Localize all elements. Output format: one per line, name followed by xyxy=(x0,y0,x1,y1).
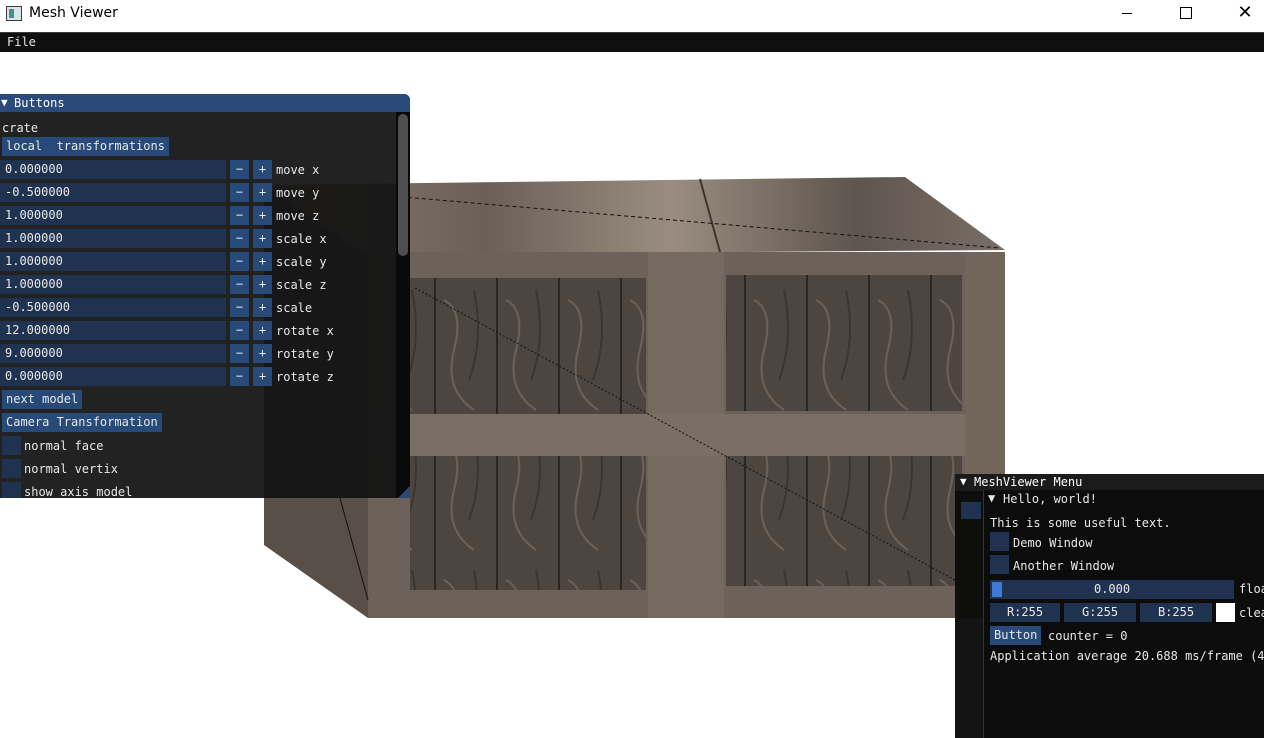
another-window-checkbox[interactable] xyxy=(990,555,1009,574)
transform-label: move x xyxy=(276,163,320,177)
fps-text: Application average 20.688 ms/frame (48 xyxy=(990,649,1264,663)
value-field[interactable]: 1.000000 xyxy=(0,275,226,294)
maximize-icon xyxy=(1180,7,1192,19)
buttons-window-titlebar[interactable]: ▼ Buttons xyxy=(0,94,410,112)
minimize-button[interactable] xyxy=(1098,0,1156,30)
scrollbar-thumb[interactable] xyxy=(398,114,408,256)
value-field[interactable]: -0.500000 xyxy=(0,183,226,202)
increment-button[interactable]: + xyxy=(253,321,272,340)
demo-window-checkbox[interactable] xyxy=(990,532,1009,551)
clear-color-swatch[interactable] xyxy=(1216,603,1235,622)
crate-panel xyxy=(410,278,646,414)
meshviewer-menu-window[interactable]: ▼ MeshViewer Menu ▼ Hello, world! This i… xyxy=(955,474,1264,738)
counter-button[interactable]: Button xyxy=(990,626,1042,645)
increment-button[interactable]: + xyxy=(253,229,272,248)
value-field[interactable]: 1.000000 xyxy=(0,252,226,271)
buttons-window-scrollbar[interactable] xyxy=(396,112,410,498)
normal-face-checkbox[interactable] xyxy=(2,436,21,455)
maximize-button[interactable] xyxy=(1157,0,1215,30)
transform-label: scale z xyxy=(276,278,327,292)
crate-panel xyxy=(726,275,962,411)
app-icon xyxy=(6,6,22,21)
value-field[interactable]: 12.000000 xyxy=(0,321,226,340)
collapse-triangle-icon[interactable]: ▼ xyxy=(988,491,995,505)
decrement-button[interactable]: − xyxy=(230,229,249,248)
buttons-window[interactable]: ▼ Buttons crate local transformations 0.… xyxy=(0,94,410,499)
value-field[interactable]: 0.000000 xyxy=(0,367,226,386)
local-transformations-button[interactable]: local transformations xyxy=(2,137,169,156)
decrement-button[interactable]: − xyxy=(230,183,249,202)
close-icon: ✕ xyxy=(1237,2,1253,23)
color-b-field[interactable]: B:255 xyxy=(1140,603,1212,622)
decrement-button[interactable]: − xyxy=(230,367,249,386)
meshviewer-menu-titlebar[interactable]: ▼ MeshViewer Menu xyxy=(955,474,1264,491)
hello-world-title: Hello, world! xyxy=(1003,492,1097,506)
minimize-icon xyxy=(1122,13,1132,14)
value-field[interactable]: -0.500000 xyxy=(0,298,226,317)
increment-button[interactable]: + xyxy=(253,252,272,271)
transform-label: rotate y xyxy=(276,347,334,361)
transform-label: rotate z xyxy=(276,370,334,384)
menu-file[interactable]: File xyxy=(7,35,36,49)
slider-label: floa xyxy=(1239,582,1264,596)
another-window-label: Another Window xyxy=(1013,559,1115,573)
decrement-button[interactable]: − xyxy=(230,252,249,271)
demo-window-label: Demo Window xyxy=(1013,536,1093,550)
clear-color-label: clea xyxy=(1239,606,1264,620)
crate-panel xyxy=(726,452,962,586)
increment-button[interactable]: + xyxy=(253,206,272,225)
normal-face-label: normal face xyxy=(24,439,104,453)
increment-button[interactable]: + xyxy=(253,275,272,294)
transform-label: rotate x xyxy=(276,324,334,338)
increment-button[interactable]: + xyxy=(253,183,272,202)
transform-label: move y xyxy=(276,186,320,200)
hidden-widget xyxy=(961,502,981,519)
transform-label: scale xyxy=(276,301,313,315)
window-title: Mesh Viewer xyxy=(29,5,118,21)
normal-vertix-label: normal vertix xyxy=(24,462,118,476)
menu-bar: File xyxy=(0,32,1264,52)
decrement-button[interactable]: − xyxy=(230,275,249,294)
value-field[interactable]: 0.000000 xyxy=(0,160,226,179)
hello-world-window[interactable]: ▼ Hello, world! This is some useful text… xyxy=(983,490,1264,738)
useful-text: This is some useful text. xyxy=(990,516,1171,530)
increment-button[interactable]: + xyxy=(253,344,272,363)
collapse-triangle-icon[interactable]: ▼ xyxy=(960,475,967,488)
next-model-button[interactable]: next model xyxy=(2,390,83,409)
value-field[interactable]: 1.000000 xyxy=(0,229,226,248)
increment-button[interactable]: + xyxy=(253,367,272,386)
transform-label: scale y xyxy=(276,255,327,269)
counter-text: counter = 0 xyxy=(1048,629,1128,643)
value-field[interactable]: 9.000000 xyxy=(0,344,226,363)
camera-transformation-button[interactable]: Camera Transformation xyxy=(2,413,162,432)
decrement-button[interactable]: − xyxy=(230,344,249,363)
show-axis-model-checkbox[interactable] xyxy=(2,482,21,498)
color-r-field[interactable]: R:255 xyxy=(990,603,1060,622)
decrement-button[interactable]: − xyxy=(230,160,249,179)
close-button[interactable]: ✕ xyxy=(1216,0,1264,30)
collapse-triangle-icon[interactable]: ▼ xyxy=(1,96,8,109)
show-axis-model-label: show axis model xyxy=(24,485,133,499)
decrement-button[interactable]: − xyxy=(230,206,249,225)
decrement-button[interactable]: − xyxy=(230,321,249,340)
increment-button[interactable]: + xyxy=(253,160,272,179)
float-slider[interactable]: 0.000 xyxy=(990,580,1234,599)
resize-grip-icon[interactable] xyxy=(398,486,410,498)
color-g-field[interactable]: G:255 xyxy=(1064,603,1136,622)
title-bar: Mesh Viewer ✕ xyxy=(0,0,1264,32)
slider-value: 0.000 xyxy=(1093,582,1131,596)
crate-panel xyxy=(410,456,646,590)
hello-world-titlebar[interactable]: ▼ Hello, world! xyxy=(984,490,1264,507)
transform-label: move z xyxy=(276,209,320,223)
transform-label: scale x xyxy=(276,232,327,246)
value-field[interactable]: 1.000000 xyxy=(0,206,226,225)
model-name-label: crate xyxy=(2,121,39,135)
meshviewer-menu-title: MeshViewer Menu xyxy=(974,475,1083,489)
increment-button[interactable]: + xyxy=(253,298,272,317)
normal-vertix-checkbox[interactable] xyxy=(2,459,21,478)
decrement-button[interactable]: − xyxy=(230,298,249,317)
buttons-window-title: Buttons xyxy=(14,96,65,110)
